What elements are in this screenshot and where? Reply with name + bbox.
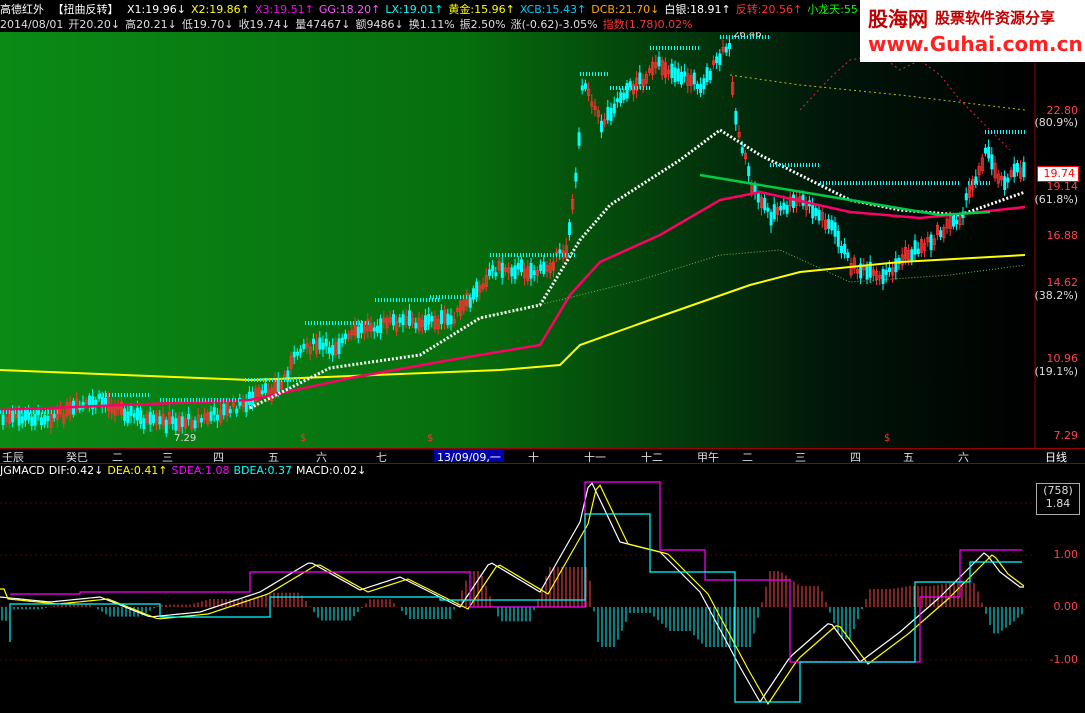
macd-chart[interactable] xyxy=(0,462,1085,713)
indicator-axis-label: 1.00 xyxy=(1053,548,1079,561)
svg-text:$: $ xyxy=(427,433,433,444)
indicator-value: 反转:20.56↑ xyxy=(735,3,803,16)
low-annotation: 7.29 xyxy=(174,433,196,444)
indicator-value: 黄金:15.96↑ xyxy=(448,3,515,16)
quote-value: 涨(-0.62)-3.05% xyxy=(510,18,598,31)
quote-value: 换1.11% xyxy=(408,18,455,31)
indicator-value: 小龙天:55 xyxy=(807,3,858,16)
quote-value: 开20.20↓ xyxy=(68,18,121,31)
quote-value: 振2.50% xyxy=(459,18,506,31)
indicator-box-bottom: 1.84 xyxy=(1045,497,1071,510)
indicator-value-box: (758) 1.84 xyxy=(1036,483,1080,515)
quote-value: 量47467↓ xyxy=(295,18,351,31)
quote-value: 收19.74↓ xyxy=(238,18,291,31)
cursor-date: 13/09/09,一 xyxy=(434,449,504,464)
price-axis-label: 16.88 xyxy=(1046,229,1079,242)
logo-title: 股海网 xyxy=(868,7,928,31)
stock-name[interactable]: 高德红外 xyxy=(0,3,44,16)
current-price-marker: 19.74 xyxy=(1037,166,1079,182)
indicator-value: XCB:15.43↑ xyxy=(519,3,587,16)
indicator-row: 高德红外 【扭曲反转】 X1:19.96↓ X2:19.86↑ X3:19.51↑ G… xyxy=(0,1,903,17)
price-axis-label: (61.8%) xyxy=(1034,193,1078,206)
indicator-header-value: JGMACD xyxy=(0,464,45,477)
price-axis-label: (38.2%) xyxy=(1034,289,1078,302)
indicator-value: 白银:18.91↑ xyxy=(664,3,731,16)
quote-value: 2014/08/01 xyxy=(0,18,64,31)
price-axis-label: (19.1%) xyxy=(1034,365,1078,378)
price-axis-label: 10.96 xyxy=(1046,352,1079,365)
chart-background xyxy=(0,0,1035,448)
indicator-header: JGMACD DIF:0.42↓ DEA:0.41↑ SDEA:1.08 BDEA:0.… xyxy=(0,464,370,477)
indicator-axis-label: 0.00 xyxy=(1053,600,1079,613)
indicator-header-value: DEA:0.41↑ xyxy=(107,464,168,477)
indicator-header-value: DIF:0.42↓ xyxy=(48,464,104,477)
indicator-value: LX:19.01↑ xyxy=(385,3,444,16)
quote-value: 低19.70↓ xyxy=(181,18,234,31)
logo-url: www.Guhai.com.cn xyxy=(868,32,1083,56)
indicator-value: X3:19.51↑ xyxy=(254,3,314,16)
indicator-axis-label: -1.00 xyxy=(1049,653,1078,666)
indicator-header-value: SDEA:1.08 xyxy=(171,464,230,477)
chart-header: 高德红外 【扭曲反转】 X1:19.96↓ X2:19.86↑ X3:19.51↑ G… xyxy=(0,0,898,32)
indicator-header-value: MACD:0.02↓ xyxy=(295,464,367,477)
price-chart[interactable]: $ $ $ 26.46 7.29 xyxy=(0,0,1085,448)
quote-row: 2014/08/01 开20.20↓ 高20.21↓ 低19.70↓ 收19.74↓ 量4… xyxy=(0,16,698,32)
indicator-box-top: (758) xyxy=(1043,484,1073,497)
price-axis-label: (80.9%) xyxy=(1034,116,1078,129)
price-axis-label: 14.62 xyxy=(1046,276,1079,289)
indicator-value: X1:19.96↓ xyxy=(127,3,186,16)
quote-value: 指数(1.78)0.02% xyxy=(602,18,693,31)
indicator-value: DCB:21.70↓ xyxy=(591,3,660,16)
price-axis-label: 7.29 xyxy=(1053,429,1079,442)
indicator-header-value: BDEA:0.37 xyxy=(233,464,292,477)
quote-value: 额9486↓ xyxy=(355,18,404,31)
formula-name[interactable]: 【扭曲反转】 xyxy=(53,3,119,16)
quote-value: 高20.21↓ xyxy=(125,18,177,31)
indicator-value: X2:19.86↑ xyxy=(190,3,250,16)
indicator-value: GG:18.20↑ xyxy=(318,3,381,16)
svg-text:$: $ xyxy=(300,433,306,444)
site-logo: 股海网 股票软件资源分享 www.Guhai.com.cn xyxy=(860,0,1085,62)
svg-text:$: $ xyxy=(884,433,890,444)
logo-subtitle: 股票软件资源分享 xyxy=(935,9,1056,27)
